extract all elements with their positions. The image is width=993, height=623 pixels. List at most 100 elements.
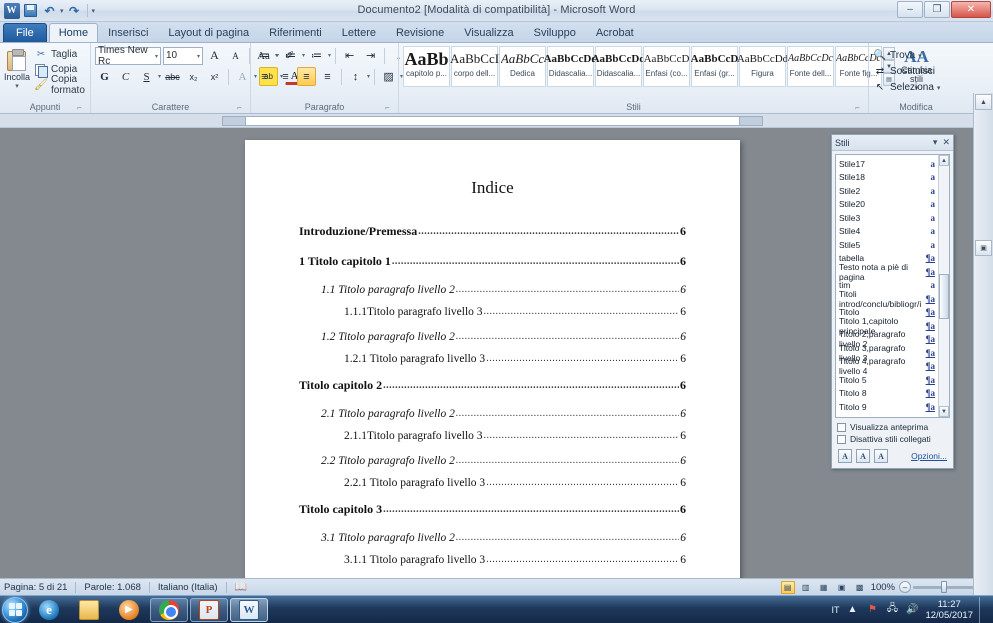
style-item-didascalia-1[interactable]: AaBbCcDd Didascalia...	[544, 46, 597, 87]
superscript-button[interactable]: x²	[205, 67, 224, 86]
disable-linked-styles-checkbox[interactable]: Disattiva stili collegati	[832, 433, 953, 445]
increase-indent-button[interactable]: ⇥	[361, 46, 380, 65]
font-name-input[interactable]: Times New Rc ▾	[95, 45, 161, 67]
styles-pane-close-icon[interactable]: ✕	[942, 137, 950, 148]
toc-entry[interactable]: 2.1.1Titolo paragrafo livello 3 ........…	[299, 430, 686, 442]
tab-layout-pagina[interactable]: Layout di pagina	[158, 23, 259, 42]
toc-entry[interactable]: Titolo capitolo 2 ......................…	[299, 378, 686, 393]
style-list-item[interactable]: Stile17 a	[839, 157, 947, 171]
multilevel-list-button[interactable]: ≔	[307, 46, 326, 65]
styles-pane-scrollbar[interactable]: ▲ ▼	[938, 155, 949, 417]
toc-entry[interactable]: 2.2.1 Titolo paragrafo livello 3 .......…	[299, 477, 686, 489]
shading-button[interactable]: ▨	[379, 67, 398, 86]
style-item-enfasi-grassetto[interactable]: AaBbCcD Enfasi (gr...	[691, 46, 738, 87]
page-indicator[interactable]: Pagina: 5 di 21	[4, 582, 67, 593]
toc-entry[interactable]: 1.1 Titolo paragrafo livello 2 .........…	[299, 284, 686, 296]
view-draft-button[interactable]: ▩	[853, 581, 867, 594]
tab-home[interactable]: Home	[48, 23, 99, 42]
font-name-dropdown-icon[interactable]: ▾	[155, 53, 158, 60]
zoom-out-button[interactable]: –	[899, 581, 911, 593]
styles-pane-minimize-icon[interactable]: ▾	[933, 137, 938, 148]
tab-acrobat[interactable]: Acrobat	[586, 23, 644, 42]
style-list-item[interactable]: Stile20 a	[839, 198, 947, 212]
window-scroll-handle[interactable]: ▣	[975, 240, 992, 256]
taskbar-item-powerpoint[interactable]: P	[190, 597, 228, 622]
word-count[interactable]: Parole: 1.068	[84, 582, 141, 593]
styles-options-link[interactable]: Opzioni...	[911, 451, 947, 461]
bullets-dropdown-icon[interactable]: ▾	[276, 52, 279, 59]
view-outline-button[interactable]: ▣	[835, 581, 849, 594]
zoom-thumb[interactable]	[941, 580, 947, 593]
toc-entry[interactable]: 2.2 Titolo paragrafo livello 2 .........…	[299, 455, 686, 467]
underline-dropdown-icon[interactable]: ▾	[158, 73, 161, 80]
style-item-figura[interactable]: AaBbCcDd Figura	[737, 46, 788, 87]
view-print-layout-button[interactable]: ▤	[780, 580, 795, 594]
document-area[interactable]: Indice Introduzione/Premessa ...........…	[0, 128, 977, 578]
paragrafo-dialog-launcher[interactable]: ⌐	[383, 102, 392, 112]
taskbar-item-media-player[interactable]: ▶	[110, 598, 148, 622]
checkbox-box[interactable]	[837, 434, 846, 444]
styles-scroll-down-button[interactable]: ▼	[939, 406, 949, 417]
new-style-button[interactable]: A	[838, 449, 852, 463]
justify-button[interactable]: ≡	[318, 67, 337, 86]
style-list-item[interactable]: Titolo 4,paragrafo livello 4 ¶a	[839, 356, 947, 376]
taskbar-item-windows-explorer[interactable]	[70, 598, 108, 622]
toc-entry[interactable]: Titolo capitolo 3 ......................…	[299, 502, 686, 517]
toc-entry[interactable]: 2.1 Titolo paragrafo livello 2 .........…	[299, 408, 686, 420]
taskbar-item-chrome[interactable]	[150, 597, 188, 622]
line-spacing-button[interactable]: ↕	[346, 67, 365, 86]
style-list-item[interactable]: Titoli introd/conclu/bibliogr/i ¶a	[839, 289, 947, 309]
style-item-dedica[interactable]: AaBbCc Dedica	[499, 46, 546, 87]
window-right-scrollbar[interactable]: ▲ ▣	[973, 93, 993, 595]
font-size-dropdown-icon[interactable]: ▾	[197, 53, 200, 60]
window-scroll-up-button[interactable]: ▲	[975, 94, 992, 110]
toc-entry[interactable]: 3.1 Titolo paragrafo livello 2 .........…	[299, 532, 686, 544]
style-list-item[interactable]: Stile18 a	[839, 171, 947, 185]
language-indicator[interactable]: Italiano (Italia)	[158, 582, 218, 593]
tab-riferimenti[interactable]: Riferimenti	[259, 23, 332, 42]
manage-styles-button[interactable]: A	[874, 449, 888, 463]
styles-scroll-thumb[interactable]	[939, 274, 949, 319]
style-item-corpo-del-testo[interactable]: AaBbCcI corpo dell...	[450, 46, 499, 87]
toc-entry[interactable]: 1.2.1 Titolo paragrafo livello 3 .......…	[299, 353, 686, 365]
replace-button[interactable]: ⇄ Sostituisci	[873, 64, 940, 79]
maximize-button[interactable]: ❐	[924, 1, 950, 18]
style-list-item[interactable]: Titolo 8 ¶a	[839, 387, 947, 401]
tab-revisione[interactable]: Revisione	[386, 23, 454, 42]
show-desktop-button[interactable]	[979, 596, 987, 623]
find-button[interactable]: 🔍 Trova ▾	[873, 48, 940, 63]
subscript-button[interactable]: x₂	[184, 67, 203, 86]
toc-entry[interactable]: 1 Titolo capitolo 1 ....................…	[299, 254, 686, 269]
format-painter-button[interactable]: 🖌 Copia formato	[32, 74, 87, 96]
zoom-level-label[interactable]: 100%	[871, 582, 895, 593]
tab-lettere[interactable]: Lettere	[332, 23, 386, 42]
taskbar-item-internet-explorer[interactable]: e	[30, 598, 68, 622]
find-dropdown-icon[interactable]: ▾	[918, 52, 922, 60]
numbering-dropdown-icon[interactable]: ▾	[302, 52, 305, 59]
italic-button[interactable]: C	[116, 67, 135, 86]
tab-inserisci[interactable]: Inserisci	[98, 23, 158, 42]
toc-entry[interactable]: 3.1.1 Titolo paragrafo livello 3 .......…	[299, 554, 686, 566]
style-list-item[interactable]: Stile5 a	[839, 238, 947, 252]
style-list-item[interactable]: Stile2 a	[839, 184, 947, 198]
taskbar-item-word[interactable]: W	[230, 597, 268, 622]
zoom-track[interactable]	[913, 580, 975, 593]
close-button[interactable]: ✕	[951, 1, 991, 18]
volume-icon[interactable]: 🔊	[905, 603, 919, 617]
multilevel-dropdown-icon[interactable]: ▾	[328, 52, 331, 59]
toc-entry[interactable]: 1.1.1Titolo paragrafo livello 3 ........…	[299, 306, 686, 318]
paste-button[interactable]: Incolla ▾	[4, 46, 30, 90]
bold-button[interactable]: G	[95, 67, 114, 86]
start-button[interactable]	[2, 596, 28, 623]
tab-visualizza[interactable]: Visualizza	[454, 23, 523, 42]
styles-scroll-up-button[interactable]: ▲	[939, 155, 949, 166]
style-item-fonte-della-tabella[interactable]: AaBbCcDc Fonte dell...	[787, 46, 834, 87]
toc-entry[interactable]: Introduzione/Premessa ..................…	[299, 224, 686, 239]
decrease-indent-button[interactable]: ⇤	[340, 46, 359, 65]
cut-button[interactable]: ✂ Taglia	[32, 47, 87, 62]
network-icon[interactable]: 🖧	[885, 603, 899, 617]
shrink-font-button[interactable]: A	[226, 46, 245, 65]
stili-dialog-launcher[interactable]: ⌐	[853, 102, 862, 112]
style-list-item[interactable]: Titolo 9 ¶a	[839, 400, 947, 414]
style-list-item[interactable]: Testo nota a piè di pagina ¶a	[839, 262, 947, 282]
